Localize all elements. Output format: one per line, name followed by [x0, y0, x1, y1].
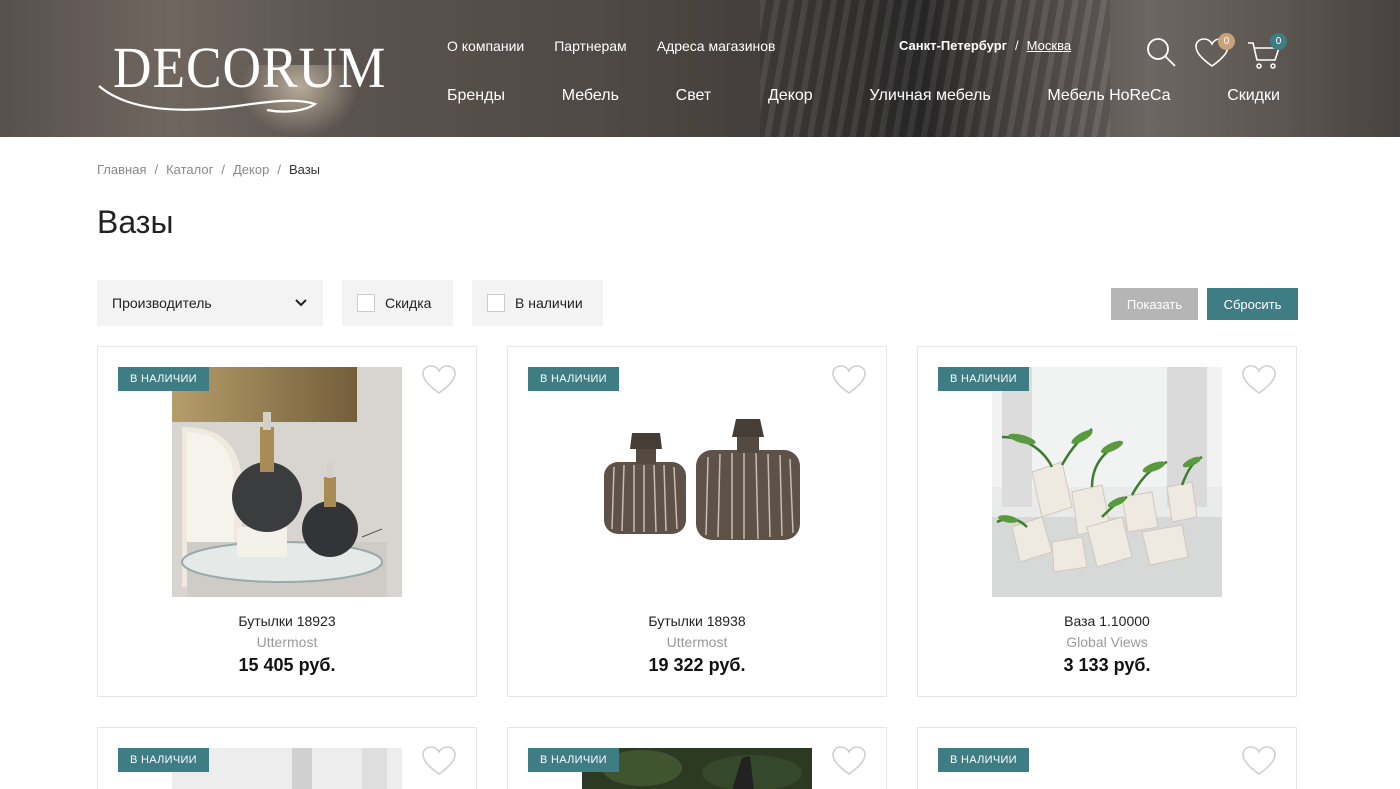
in-stock-badge: В НАЛИЧИИ [938, 367, 1029, 391]
heart-icon [1242, 365, 1276, 394]
nav-horeca[interactable]: Мебель HoReCa [1047, 87, 1170, 105]
product-card[interactable]: В НАЛИЧИИ [917, 727, 1297, 789]
city-current[interactable]: Санкт-Петербург [899, 38, 1007, 53]
product-card[interactable]: В НАЛИЧИИ Бутылки 18938 Uttermost 19 322… [507, 346, 887, 697]
breadcrumb-separator: / [277, 162, 281, 177]
in-stock-badge: В НАЛИЧИИ [118, 748, 209, 772]
product-price: 19 322 руб. [648, 655, 746, 675]
add-to-favorites-button[interactable] [1242, 746, 1276, 781]
breadcrumb-separator: / [221, 162, 225, 177]
nav-sale[interactable]: Скидки [1227, 87, 1280, 105]
discount-label: Скидка [385, 295, 432, 311]
heart-icon [422, 365, 456, 394]
nav-furniture[interactable]: Мебель [562, 87, 619, 105]
product-image[interactable] [172, 367, 402, 597]
breadcrumb-home[interactable]: Главная [97, 162, 146, 177]
nav-brands[interactable]: Бренды [447, 87, 505, 105]
product-brand: Uttermost [256, 634, 318, 650]
site-header: DECORUM О компании Партнерам Адреса мага… [0, 0, 1400, 137]
add-to-favorites-button[interactable] [832, 746, 866, 781]
manufacturer-label: Производитель [112, 295, 212, 311]
product-name[interactable]: Бутылки 18938 [508, 613, 886, 629]
product-price: 3 133 руб. [1063, 655, 1151, 675]
product-card[interactable]: В НАЛИЧИИ [97, 727, 477, 789]
top-links: О компании Партнерам Адреса магазинов [447, 38, 775, 54]
in-stock-badge: В НАЛИЧИИ [528, 748, 619, 772]
add-to-favorites-button[interactable] [1242, 365, 1276, 400]
checkbox-box[interactable] [487, 294, 505, 312]
product-card[interactable]: В НАЛИЧИИ Ваза 1.10000 Global Views 3 13… [917, 346, 1297, 697]
product-image[interactable] [992, 367, 1222, 597]
heart-icon [1242, 746, 1276, 775]
product-brand: Global Views [1066, 634, 1148, 650]
heart-icon [832, 365, 866, 394]
product-card[interactable]: В НАЛИЧИИ Бутылки 18923 Uttermost 15 405… [97, 346, 477, 697]
breadcrumb-current: Вазы [288, 162, 321, 177]
cart-button[interactable]: 0 [1247, 33, 1287, 75]
heart-icon [422, 746, 456, 775]
nav-decor[interactable]: Декор [768, 87, 813, 105]
favorites-count: 0 [1218, 33, 1235, 50]
link-stores[interactable]: Адреса магазинов [657, 38, 776, 54]
favorites-button[interactable]: 0 [1195, 33, 1235, 73]
chevron-down-icon [295, 299, 307, 307]
site-logo[interactable]: DECORUM [97, 30, 385, 120]
product-name[interactable]: Ваза 1.10000 [918, 613, 1296, 629]
discount-checkbox[interactable]: Скидка [342, 280, 453, 326]
show-button[interactable]: Показать [1111, 288, 1198, 320]
breadcrumb-catalog[interactable]: Каталог [166, 162, 213, 177]
product-price: 15 405 руб. [238, 655, 336, 675]
product-image[interactable] [582, 367, 812, 597]
breadcrumb-decor[interactable]: Декор [233, 162, 269, 177]
product-brand: Uttermost [666, 634, 728, 650]
city-other[interactable]: Москва [1027, 38, 1071, 53]
breadcrumb-separator: / [154, 162, 159, 177]
city-switcher: Санкт-Петербург / Москва [899, 38, 1071, 53]
cart-count: 0 [1270, 33, 1287, 50]
nav-light[interactable]: Свет [676, 87, 712, 105]
heart-icon [832, 746, 866, 775]
nav-outdoor[interactable]: Уличная мебель [869, 87, 990, 105]
add-to-favorites-button[interactable] [832, 365, 866, 400]
add-to-favorites-button[interactable] [422, 365, 456, 400]
add-to-favorites-button[interactable] [422, 746, 456, 781]
city-separator: / [1015, 38, 1019, 53]
search-icon[interactable] [1145, 36, 1177, 73]
in-stock-checkbox[interactable]: В наличии [472, 280, 603, 326]
manufacturer-dropdown[interactable]: Производитель [97, 280, 323, 326]
checkbox-box[interactable] [357, 294, 375, 312]
in-stock-badge: В НАЛИЧИИ [938, 748, 1029, 772]
main-nav: Бренды Мебель Свет Декор Уличная мебель … [447, 87, 1280, 105]
reset-button[interactable]: Сбросить [1207, 288, 1298, 320]
in-stock-label: В наличии [515, 295, 583, 311]
in-stock-badge: В НАЛИЧИИ [528, 367, 619, 391]
product-name[interactable]: Бутылки 18923 [98, 613, 476, 629]
product-card[interactable]: В НАЛИЧИИ [507, 727, 887, 789]
in-stock-badge: В НАЛИЧИИ [118, 367, 209, 391]
page-title: Вазы [97, 204, 174, 240]
link-about[interactable]: О компании [447, 38, 524, 54]
breadcrumb: Главная / Каталог / Декор / Вазы [97, 162, 320, 177]
link-partners[interactable]: Партнерам [554, 38, 626, 54]
